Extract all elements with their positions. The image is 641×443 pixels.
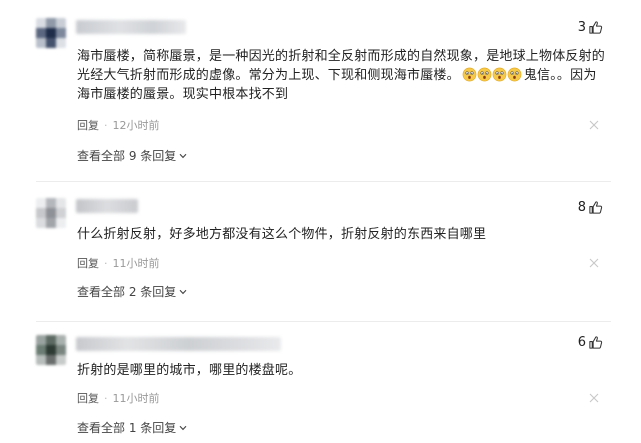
comment-meta: 回复 · 11小时前: [77, 255, 160, 271]
reply-button[interactable]: 回复: [77, 117, 99, 133]
timestamp: 12小时前: [112, 119, 160, 132]
close-icon[interactable]: [589, 120, 599, 130]
timestamp: 11小时前: [112, 257, 160, 270]
comment-meta: 回复 · 11小时前: [77, 390, 160, 406]
username[interactable]: [76, 20, 186, 34]
avatar[interactable]: [36, 335, 66, 365]
comment-text: 折射的是哪里的城市，哪里的楼盘呢。: [77, 363, 302, 378]
comment-item: 6 折射的是哪里的城市，哪里的楼盘呢。 回复 · 11小时前 查看全部 1 条回…: [0, 322, 641, 443]
view-all-replies-button[interactable]: 查看全部 9 条回复: [77, 147, 187, 164]
shocked-face-emoji-icon: [477, 67, 492, 82]
comment-text: 海市蜃楼，简称蜃景，是一种因光的折射和全反射而形成的自然现象，是地球上物体反射的…: [77, 47, 607, 104]
like-count: 8: [577, 200, 586, 215]
comment-meta: 回复 · 12小时前: [77, 117, 160, 133]
thumb-up-icon: [589, 201, 603, 214]
view-all-replies-button[interactable]: 查看全部 2 条回复: [77, 283, 187, 300]
shocked-face-emoji-icon: [492, 67, 507, 82]
chevron-down-icon: [179, 425, 187, 430]
timestamp: 11小时前: [112, 392, 160, 405]
like-button[interactable]: 3: [578, 20, 603, 35]
thumb-up-icon: [589, 21, 603, 34]
avatar[interactable]: [36, 198, 66, 228]
like-button[interactable]: 6: [578, 335, 603, 350]
username[interactable]: [76, 199, 138, 213]
comment-item: 8 什么折射反射，好多地方都没有这么个物件，折射反射的东西来自哪里 回复 · 1…: [0, 182, 641, 322]
view-all-replies-button[interactable]: 查看全部 1 条回复: [77, 419, 187, 436]
separator-dot: ·: [104, 118, 108, 132]
view-all-replies-label: 查看全部 9 条回复: [77, 149, 177, 163]
avatar[interactable]: [36, 18, 66, 48]
thumb-up-icon: [589, 336, 603, 349]
username[interactable]: [76, 337, 281, 351]
comment-item: 3 海市蜃楼，简称蜃景，是一种因光的折射和全反射而形成的自然现象，是地球上物体反…: [0, 0, 641, 182]
like-button[interactable]: 8: [578, 200, 603, 215]
shocked-face-emoji-icon: [507, 67, 522, 82]
separator-dot: ·: [104, 391, 108, 405]
comment-text: 什么折射反射，好多地方都没有这么个物件，折射反射的东西来自哪里: [77, 227, 487, 242]
reply-button[interactable]: 回复: [77, 390, 99, 406]
like-count: 6: [577, 335, 586, 350]
view-all-replies-label: 查看全部 2 条回复: [77, 285, 177, 299]
reply-button[interactable]: 回复: [77, 255, 99, 271]
chevron-down-icon: [179, 289, 187, 294]
shocked-face-emoji-icon: [462, 67, 477, 82]
close-icon[interactable]: [589, 258, 599, 268]
close-icon[interactable]: [589, 393, 599, 403]
separator-dot: ·: [104, 256, 108, 270]
emoji-group: [462, 67, 522, 82]
like-count: 3: [577, 20, 586, 35]
view-all-replies-label: 查看全部 1 条回复: [77, 421, 177, 435]
chevron-down-icon: [179, 153, 187, 158]
